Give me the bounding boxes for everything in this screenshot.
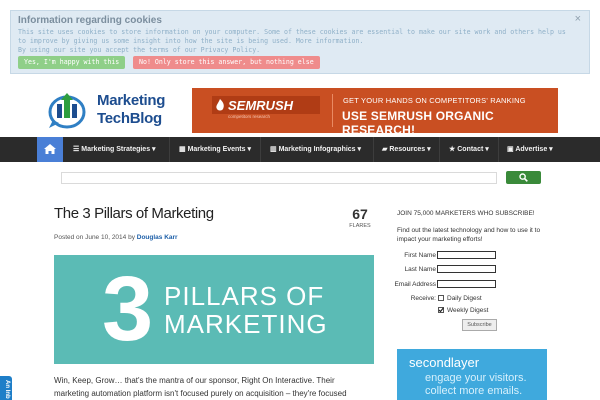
home-button[interactable] (37, 137, 63, 162)
search-button[interactable] (506, 171, 541, 184)
hero-line1: PILLARS OF (164, 281, 325, 311)
accept-cookies-button[interactable]: Yes, I'm happy with this (18, 56, 126, 69)
nav-label: Advertise (515, 146, 548, 153)
author-link[interactable]: Douglas Karr (137, 234, 178, 241)
secondlayer-ad[interactable]: secondlayer engage your visitors. collec… (397, 349, 547, 400)
ad-brand: secondlayer (409, 355, 480, 370)
checkmark-icon (438, 307, 444, 313)
weekly-digest-label: Weekly Digest (447, 307, 489, 314)
close-icon[interactable]: × (575, 13, 581, 25)
first-name-field[interactable] (437, 251, 496, 259)
flares-count: 67 (352, 206, 368, 222)
nav-divider (373, 137, 374, 162)
nav-divider (439, 137, 440, 162)
first-name-label: First Name (404, 252, 436, 259)
last-name-field[interactable] (437, 265, 496, 273)
cookie-title: Information regarding cookies (18, 15, 162, 26)
nav-divider (260, 137, 261, 162)
list-icon: ☰ (73, 146, 82, 153)
post-date: Posted on June 10, 2014 by (54, 234, 135, 241)
article-body: Win, Keep, Grow… that's the mantra of ou… (54, 374, 374, 400)
article-title[interactable]: The 3 Pillars of Marketing (54, 205, 214, 222)
body-line: marketing automation platform isn't focu… (54, 389, 347, 398)
banner-line2: USE SEMRUSH ORGANIC RESEARCH! (342, 109, 494, 137)
last-name-label: Last Name (404, 266, 436, 273)
nav-divider (498, 137, 499, 162)
nav-label: Resources (389, 146, 426, 153)
search-input[interactable] (61, 172, 497, 184)
nav-item-contact[interactable]: ★ Contact ▾ (449, 137, 489, 162)
side-tab-label: An Inb (4, 380, 10, 399)
nav-item-advertise[interactable]: ▣ Advertise ▾ (507, 137, 553, 162)
nav-item-marketing-events[interactable]: ▦ Marketing Events ▾ (179, 137, 251, 162)
ad-line2: collect more emails. (425, 385, 523, 397)
cookie-line: By using our site you accept the terms o… (18, 46, 261, 54)
nav-label: Contact (457, 146, 484, 153)
cookie-text: This site uses cookies to store informat… (18, 28, 578, 55)
banner-divider (332, 94, 333, 127)
nav-label: Marketing Infographics (278, 146, 356, 153)
subscribe-description: Find out the latest technology and how t… (397, 227, 541, 243)
semrush-logo: SEMRUSH (228, 98, 294, 113)
article-meta: Posted on June 10, 2014 by Douglas Karr (54, 234, 178, 241)
body-line: Win, Keep, Grow… that's the mantra of ou… (54, 376, 335, 385)
side-tab[interactable]: An Inb (0, 376, 12, 400)
main-nav: ☰ Marketing Strategies ▾ ▦ Marketing Eve… (0, 137, 600, 162)
nav-item-resources[interactable]: ▰ Resources ▾ (382, 137, 431, 162)
chart-icon: ▥ (270, 146, 279, 153)
decline-cookies-button[interactable]: No! Only store this answer, but nothing … (133, 56, 320, 69)
calendar-icon: ▦ (179, 146, 188, 153)
hero-number: 3 (102, 258, 154, 360)
cookie-line: This site uses cookies to store informat… (18, 28, 566, 36)
nav-label: Marketing Events (187, 146, 246, 153)
logo-line1: Marketing (97, 92, 166, 109)
hero-line2: MARKETING (164, 309, 328, 339)
daily-digest-label: Daily Digest (447, 295, 482, 302)
semrush-subtitle: competitors research (228, 114, 271, 119)
nav-divider (169, 137, 170, 162)
star-icon: ★ (449, 146, 458, 153)
flame-icon (216, 99, 224, 111)
cookie-line: to improve by giving us some insight int… (18, 37, 364, 45)
site-logo[interactable]: Marketing TechBlog (47, 90, 177, 130)
cookie-banner: Information regarding cookies × This sit… (10, 10, 590, 74)
receive-label: Receive: (410, 295, 436, 302)
weekly-digest-checkbox[interactable] (438, 307, 444, 313)
search-icon (519, 173, 528, 182)
banner-line1: GET YOUR HANDS ON COMPETITORS' RANKING (343, 96, 526, 105)
daily-digest-checkbox[interactable] (438, 295, 444, 301)
nav-item-marketing-infographics[interactable]: ▥ Marketing Infographics ▾ (270, 137, 361, 162)
nav-label: Marketing Strategies (81, 146, 151, 153)
subscribe-button[interactable]: Subscribe (462, 319, 497, 331)
subscribe-heading: JOIN 75,000 MARKETERS WHO SUBSCRIBE! (397, 210, 535, 217)
nav-item-marketing-strategies[interactable]: ☰ Marketing Strategies ▾ (73, 137, 156, 162)
article-hero-image: 3 PILLARS OF MARKETING (54, 255, 374, 364)
email-field[interactable] (437, 280, 496, 288)
home-icon (44, 144, 56, 154)
flares-label: FLARES (349, 223, 371, 229)
logo-mark-icon (48, 93, 86, 129)
logo-line2: TechBlog (97, 110, 162, 127)
semrush-banner-ad[interactable]: SEMRUSH competitors research GET YOUR HA… (192, 88, 558, 137)
email-label: Email Address (394, 281, 436, 288)
ad-line1: engage your visitors. (425, 372, 527, 384)
